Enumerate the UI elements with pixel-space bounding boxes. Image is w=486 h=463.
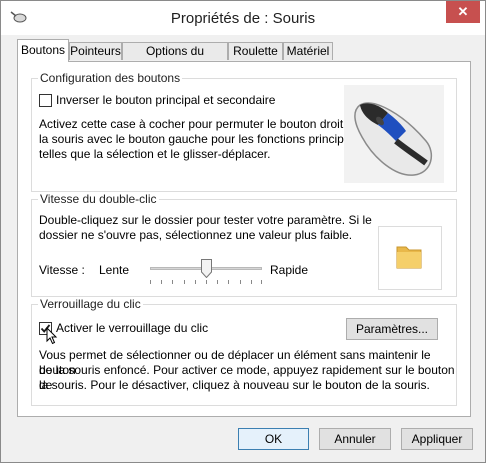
click-lock-title: Verrouillage du clic (38, 297, 143, 311)
double-click-group: Vitesse du double-clic Double-cliquez su… (31, 192, 457, 297)
folder-test-area[interactable] (378, 226, 442, 290)
click-lock-settings-button[interactable]: Paramètres... (346, 318, 438, 340)
double-click-desc-2: dossier ne s'ouvre pas, sélectionnez une… (39, 228, 353, 242)
tab-boutons[interactable]: Boutons (17, 39, 69, 62)
button-config-desc-2: la souris avec le bouton gauche pour les… (39, 132, 366, 146)
button-config-desc-1: Activez cette case à cocher pour permute… (39, 117, 360, 131)
ok-button[interactable]: OK (238, 428, 309, 450)
slider-tick (206, 280, 207, 284)
click-lock-label[interactable]: Activer le verrouillage du clic (56, 321, 208, 336)
close-icon: ✕ (457, 4, 469, 19)
title-bar[interactable]: Propriétés de : Souris ✕ (1, 1, 485, 35)
cancel-button[interactable]: Annuler (319, 428, 391, 450)
button-config-desc-3: telles que la sélection et le glisser-dé… (39, 147, 271, 161)
tab-pointeurs[interactable]: Pointeurs (69, 42, 122, 60)
double-click-speed-slider[interactable] (150, 258, 262, 286)
slow-label: Lente (99, 263, 130, 277)
slider-tick (217, 280, 218, 284)
slider-tick (150, 280, 151, 284)
mouse-properties-window: Propriétés de : Souris ✕ Boutons Pointeu… (0, 0, 486, 463)
slider-thumb[interactable] (200, 259, 212, 278)
button-config-group: Configuration des boutons Inverser le bo… (31, 71, 457, 192)
slider-tick (228, 280, 229, 284)
fast-label: Rapide (270, 263, 309, 277)
tab-panel-boutons: Configuration des boutons Inverser le bo… (17, 61, 471, 417)
slider-tick (161, 280, 162, 284)
slider-tick (172, 280, 173, 284)
window-title: Propriétés de : Souris (170, 10, 316, 27)
apply-button[interactable]: Appliquer (401, 428, 473, 450)
mouse-illustration (344, 85, 444, 183)
slider-tick (240, 280, 241, 284)
tab-materiel[interactable]: Matériel (283, 42, 333, 60)
slider-tick (251, 280, 252, 284)
swap-buttons-checkbox[interactable] (39, 94, 52, 107)
swap-buttons-label[interactable]: Inverser le bouton principal et secondai… (56, 93, 275, 108)
folder-icon[interactable] (393, 241, 425, 273)
close-button[interactable]: ✕ (446, 1, 480, 23)
slider-tick (195, 280, 196, 284)
button-config-title: Configuration des boutons (38, 71, 183, 85)
tab-options-pointeur[interactable]: Options du pointeur (122, 42, 228, 75)
slider-tick (261, 280, 262, 284)
tab-roulette[interactable]: Roulette (228, 42, 283, 60)
speed-label: Vitesse : (39, 263, 85, 277)
click-lock-desc-3: la souris. Pour le désactiver, cliquez à… (39, 378, 430, 392)
click-lock-group: Verrouillage du clic Activer le verrouil… (31, 297, 457, 406)
double-click-desc-1: Double-cliquez sur le dossier pour teste… (39, 213, 372, 227)
double-click-title: Vitesse du double-clic (38, 192, 159, 206)
slider-tick (184, 280, 185, 284)
